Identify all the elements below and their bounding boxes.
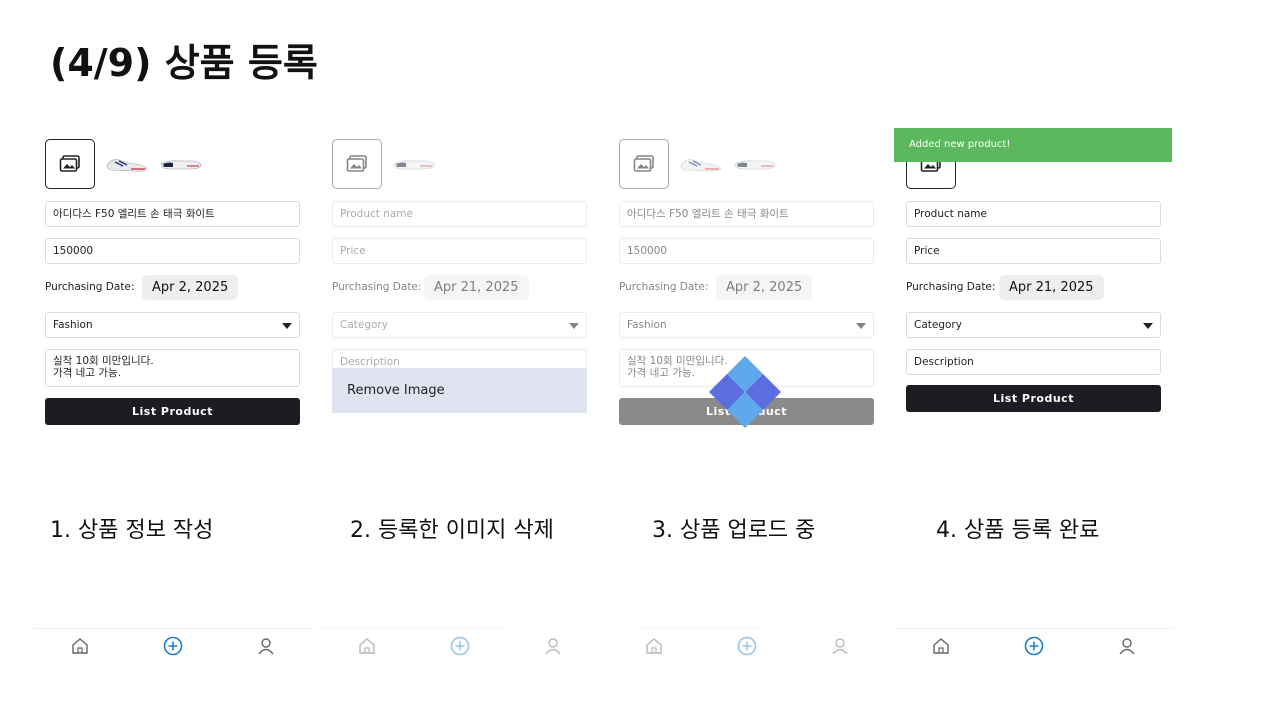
shoe-image[interactable] bbox=[679, 154, 723, 174]
panel-uploading: 아디다스 F50 엘리트 손 태극 화이트 150000 Purchasing … bbox=[607, 128, 884, 658]
date-picker[interactable]: Apr 21, 2025 bbox=[424, 275, 529, 300]
step-caption: 2. 등록한 이미지 삭제 bbox=[350, 518, 554, 543]
panel-remove-image: Product name Price Purchasing Date: Apr … bbox=[320, 128, 597, 658]
slide-title: (4/9) 상품 등록 bbox=[50, 41, 318, 85]
description-input[interactable]: Description bbox=[906, 349, 1161, 375]
add-circle-icon[interactable] bbox=[448, 634, 472, 658]
home-icon[interactable] bbox=[929, 634, 953, 658]
chevron-down-icon bbox=[282, 323, 292, 329]
chevron-down-icon bbox=[569, 323, 579, 329]
purchasing-date-label: Purchasing Date: bbox=[906, 281, 996, 293]
add-image-button[interactable] bbox=[619, 139, 669, 189]
category-placeholder: Category bbox=[914, 319, 962, 331]
date-picker[interactable]: Apr 21, 2025 bbox=[999, 275, 1104, 300]
product-name-input[interactable]: Product name bbox=[332, 201, 587, 227]
panel-fill-info: 아디다스 F50 엘리트 손 태극 화이트 150000 Purchasing … bbox=[33, 128, 310, 658]
price-input[interactable]: 150000 bbox=[619, 238, 874, 264]
shoe-image[interactable] bbox=[392, 154, 436, 174]
home-icon[interactable] bbox=[68, 634, 92, 658]
category-select[interactable]: Fashion bbox=[619, 312, 874, 338]
date-picker[interactable]: Apr 2, 2025 bbox=[716, 275, 813, 300]
home-icon[interactable] bbox=[355, 634, 379, 658]
price-input[interactable]: Price bbox=[906, 238, 1161, 264]
category-select[interactable]: Category bbox=[906, 312, 1161, 338]
gallery-icon bbox=[59, 155, 80, 172]
gallery-icon bbox=[346, 155, 367, 172]
list-product-button[interactable]: List Product bbox=[906, 385, 1161, 412]
description-line: 실착 10회 미만입니다. bbox=[53, 355, 154, 367]
success-toast: Added new product! bbox=[894, 128, 1172, 162]
category-value: Fashion bbox=[53, 319, 93, 331]
price-input[interactable]: 150000 bbox=[45, 238, 300, 264]
loading-spinner-icon bbox=[709, 356, 781, 428]
add-circle-icon[interactable] bbox=[1022, 634, 1046, 658]
add-circle-icon[interactable] bbox=[735, 634, 759, 658]
step-caption: 1. 상품 정보 작성 bbox=[50, 518, 214, 543]
category-value: Fashion bbox=[627, 319, 667, 331]
list-product-button[interactable]: List Product bbox=[45, 398, 300, 425]
description-input[interactable]: 실착 10회 미만입니다. 가격 네고 가능. bbox=[45, 349, 300, 387]
description-line: 가격 네고 가능. bbox=[53, 367, 121, 379]
chevron-down-icon bbox=[1143, 323, 1153, 329]
profile-icon[interactable] bbox=[254, 634, 278, 658]
shoe-image[interactable] bbox=[105, 154, 149, 174]
add-circle-icon[interactable] bbox=[161, 634, 185, 658]
image-row bbox=[45, 138, 203, 190]
image-row bbox=[619, 138, 777, 190]
add-image-button[interactable] bbox=[45, 139, 95, 189]
category-select[interactable]: Fashion bbox=[45, 312, 300, 338]
chevron-down-icon bbox=[856, 323, 866, 329]
profile-icon[interactable] bbox=[541, 634, 565, 658]
bottom-tab-bar bbox=[894, 628, 1174, 663]
price-input[interactable]: Price bbox=[332, 238, 587, 264]
step-caption: 3. 상품 업로드 중 bbox=[652, 518, 816, 543]
profile-icon[interactable] bbox=[1115, 634, 1139, 658]
home-icon[interactable] bbox=[642, 634, 666, 658]
bottom-tab-bar bbox=[320, 628, 600, 663]
gallery-icon bbox=[633, 155, 654, 172]
panel-complete: Added new product! Product name Price Pu… bbox=[894, 128, 1172, 658]
shoe-image[interactable] bbox=[733, 154, 777, 174]
step-caption: 4. 상품 등록 완료 bbox=[936, 518, 1100, 543]
category-placeholder: Category bbox=[340, 319, 388, 331]
shoe-image[interactable] bbox=[159, 154, 203, 174]
bottom-tab-bar bbox=[33, 628, 313, 663]
purchasing-date-label: Purchasing Date: bbox=[332, 281, 422, 293]
purchasing-date-label: Purchasing Date: bbox=[45, 281, 135, 293]
profile-icon[interactable] bbox=[828, 634, 852, 658]
remove-image-menu-item[interactable]: Remove Image bbox=[332, 368, 587, 413]
add-image-button[interactable] bbox=[332, 139, 382, 189]
product-name-input[interactable]: 아디다스 F50 엘리트 손 태극 화이트 bbox=[619, 201, 874, 227]
category-select[interactable]: Category bbox=[332, 312, 587, 338]
bottom-tab-bar bbox=[607, 628, 887, 663]
product-name-input[interactable]: 아디다스 F50 엘리트 손 태극 화이트 bbox=[45, 201, 300, 227]
image-row bbox=[332, 138, 436, 190]
product-name-input[interactable]: Product name bbox=[906, 201, 1161, 227]
purchasing-date-label: Purchasing Date: bbox=[619, 281, 709, 293]
date-picker[interactable]: Apr 2, 2025 bbox=[142, 275, 239, 300]
